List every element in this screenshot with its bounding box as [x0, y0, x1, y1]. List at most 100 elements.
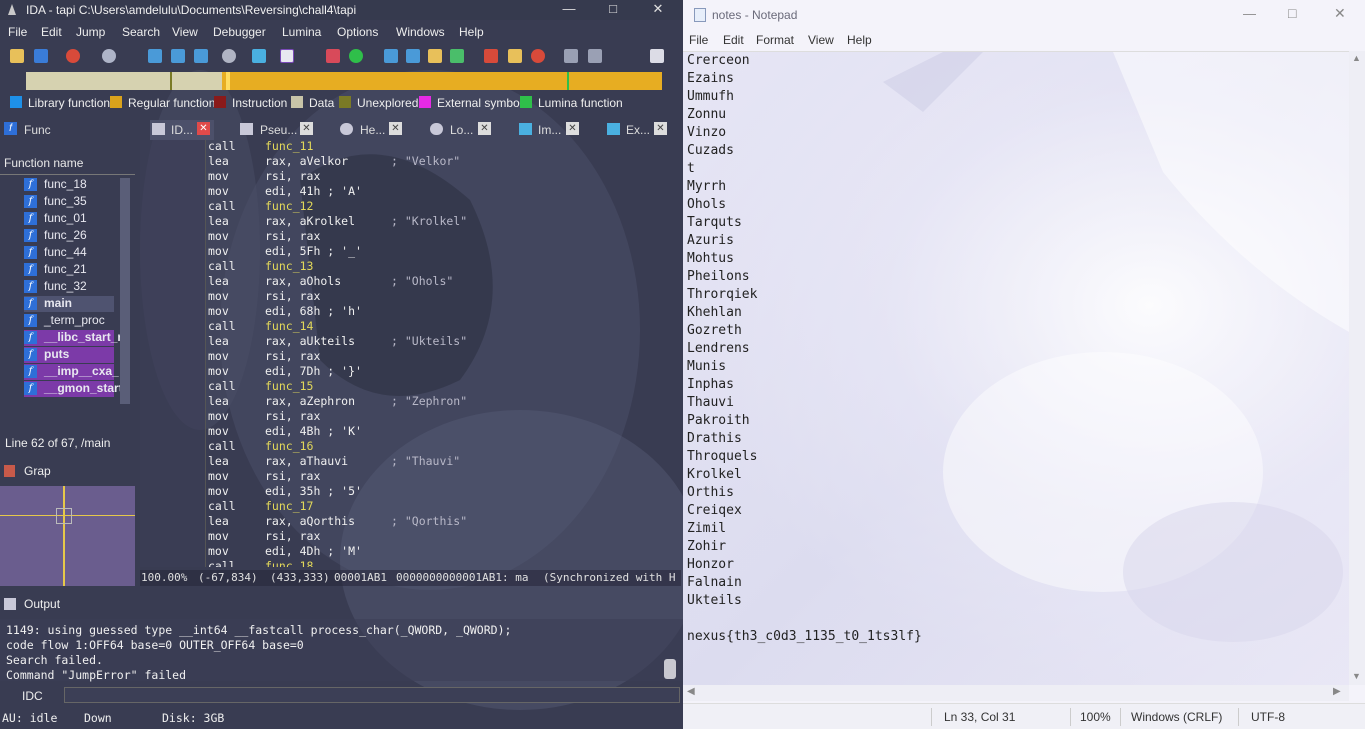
menu-options[interactable]: Options	[337, 25, 378, 39]
function-item-library[interactable]: f __gmon_start	[24, 381, 123, 397]
graph-viewport[interactable]	[56, 508, 72, 524]
asm-line[interactable]: call func_16	[208, 439, 668, 454]
xref-icon[interactable]	[384, 49, 398, 63]
functions-scrollbar[interactable]	[120, 178, 130, 404]
function-item-library[interactable]: f __imp__cxa_	[24, 364, 119, 380]
asm-line[interactable]: call func_17	[208, 499, 668, 514]
maximize-icon[interactable]: □	[596, 0, 630, 20]
tab-ida-view[interactable]: ID... ✕	[150, 120, 214, 140]
pause-icon[interactable]	[588, 49, 602, 63]
function-item[interactable]: f func_35	[24, 194, 114, 210]
asm-line[interactable]: mov edi, 35h ; '5'	[208, 484, 668, 499]
tab-exports[interactable]: Ex... ✕	[607, 120, 677, 140]
asm-line[interactable]: lea rax, aKrolkel ; "Krolkel"	[208, 214, 668, 229]
menu-file[interactable]: File	[8, 25, 27, 39]
close-icon[interactable]: ✕	[1334, 5, 1346, 22]
tab-close-icon[interactable]: ✕	[389, 122, 402, 135]
functions-column-header[interactable]: Function name	[4, 156, 83, 170]
open-icon[interactable]	[10, 49, 24, 63]
minimize-icon[interactable]: —	[1243, 6, 1256, 21]
output-scrollbar[interactable]	[664, 659, 676, 679]
vertical-scrollbar[interactable]: ▲ ▼	[1349, 51, 1365, 685]
breakpoint-icon[interactable]	[326, 49, 340, 63]
scroll-up-icon[interactable]: ▲	[1352, 53, 1361, 63]
function-item[interactable]: f _term_proc	[24, 313, 114, 329]
menu-help[interactable]: Help	[459, 25, 484, 39]
scroll-right-icon[interactable]: ▶	[1333, 686, 1341, 697]
jump-back-icon[interactable]	[66, 49, 80, 63]
data-icon[interactable]	[171, 49, 185, 63]
name-icon[interactable]	[406, 49, 420, 63]
output-log[interactable]: 1149: using guessed type __int64 __fastc…	[0, 619, 683, 682]
jump-forward-icon[interactable]	[102, 49, 116, 63]
tab-close-icon[interactable]: ✕	[654, 122, 667, 135]
function-item-library[interactable]: f puts	[24, 347, 114, 363]
undefine-icon[interactable]	[222, 49, 236, 63]
record-icon[interactable]	[531, 49, 545, 63]
layout-icon[interactable]	[650, 49, 664, 63]
asm-line[interactable]: call func_13	[208, 259, 668, 274]
stop-icon[interactable]	[484, 49, 498, 63]
menu-jump[interactable]: Jump	[76, 25, 105, 39]
asm-line[interactable]: mov rsi, rax	[208, 289, 668, 304]
menu-view[interactable]: View	[172, 25, 198, 39]
menu-edit[interactable]: Edit	[41, 25, 62, 39]
navigation-band[interactable]	[26, 72, 662, 90]
function-item[interactable]: f func_01	[24, 211, 114, 227]
function-item[interactable]: f func_21	[24, 262, 114, 278]
horizontal-scrollbar[interactable]: ◀ ▶	[683, 685, 1349, 701]
menu-debugger[interactable]: Debugger	[213, 25, 266, 39]
asm-line[interactable]: lea rax, aThauvi ; "Thauvi"	[208, 454, 668, 469]
asm-line[interactable]: mov rsi, rax	[208, 529, 668, 544]
notepad-editor[interactable]: Crerceon Ezains Ummufh Zonnu Vinzo Cuzads t Myr…	[683, 51, 1349, 685]
function-item[interactable]: f func_26	[24, 228, 114, 244]
menu-edit[interactable]: Edit	[723, 33, 744, 47]
asm-line[interactable]: mov edi, 4Dh ; 'M'	[208, 544, 668, 559]
function-item[interactable]: f func_32	[24, 279, 114, 295]
scroll-down-icon[interactable]: ▼	[1352, 671, 1361, 681]
struct-icon[interactable]	[194, 49, 208, 63]
tab-close-icon[interactable]: ✕	[300, 122, 313, 135]
asm-line[interactable]: mov rsi, rax	[208, 469, 668, 484]
asm-line[interactable]: mov edi, 4Bh ; 'K'	[208, 424, 668, 439]
menu-lumina[interactable]: Lumina	[282, 25, 321, 39]
function-icon[interactable]	[428, 49, 442, 63]
text-icon[interactable]	[280, 49, 294, 63]
asm-line[interactable]: lea rax, aOhols ; "Ohols"	[208, 274, 668, 289]
pen-icon[interactable]	[508, 49, 522, 63]
tab-hex-view[interactable]: He... ✕	[340, 120, 406, 140]
graph-overview[interactable]	[0, 486, 135, 586]
asm-line[interactable]: mov edi, 5Fh ; '_'	[208, 244, 668, 259]
asm-line[interactable]: mov rsi, rax	[208, 169, 668, 184]
idc-command-input[interactable]	[64, 687, 680, 703]
function-item-library[interactable]: f __libc_start_r	[24, 330, 122, 346]
asm-line[interactable]: lea rax, aQorthis ; "Qorthis"	[208, 514, 668, 529]
disassembly-view[interactable]: call func_11 lea rax, aVelkor ; "Velkor" mov r…	[140, 140, 681, 567]
scroll-left-icon[interactable]: ◀	[687, 686, 695, 697]
play-icon[interactable]	[564, 49, 578, 63]
minimize-icon[interactable]: —	[552, 0, 586, 20]
menu-search[interactable]: Search	[122, 25, 160, 39]
close-icon[interactable]: ✕	[641, 0, 675, 20]
asm-line[interactable]: call func_15	[208, 379, 668, 394]
graph-icon[interactable]	[450, 49, 464, 63]
code-icon[interactable]	[148, 49, 162, 63]
asm-line[interactable]: mov edi, 41h ; 'A'	[208, 184, 668, 199]
maximize-icon[interactable]: □	[1288, 5, 1296, 21]
tab-close-icon[interactable]: ✕	[197, 122, 210, 135]
tab-functions[interactable]: f Func	[2, 120, 134, 140]
asm-line[interactable]: call func_12	[208, 199, 668, 214]
function-item-selected[interactable]: f main	[24, 296, 114, 312]
idc-label[interactable]: IDC	[22, 689, 43, 703]
menu-format[interactable]: Format	[756, 33, 794, 47]
menu-windows[interactable]: Windows	[396, 25, 445, 39]
asm-line[interactable]: call func_14	[208, 319, 668, 334]
lumina-icon[interactable]	[349, 49, 363, 63]
function-item[interactable]: f func_44	[24, 245, 114, 261]
asm-line[interactable]: lea rax, aVelkor ; "Velkor"	[208, 154, 668, 169]
asm-line[interactable]: lea rax, aUkteils ; "Ukteils"	[208, 334, 668, 349]
tab-close-icon[interactable]: ✕	[566, 122, 579, 135]
menu-file[interactable]: File	[689, 33, 708, 47]
asm-line[interactable]: mov edi, 68h ; 'h'	[208, 304, 668, 319]
asm-line[interactable]: call func_18	[208, 559, 668, 567]
